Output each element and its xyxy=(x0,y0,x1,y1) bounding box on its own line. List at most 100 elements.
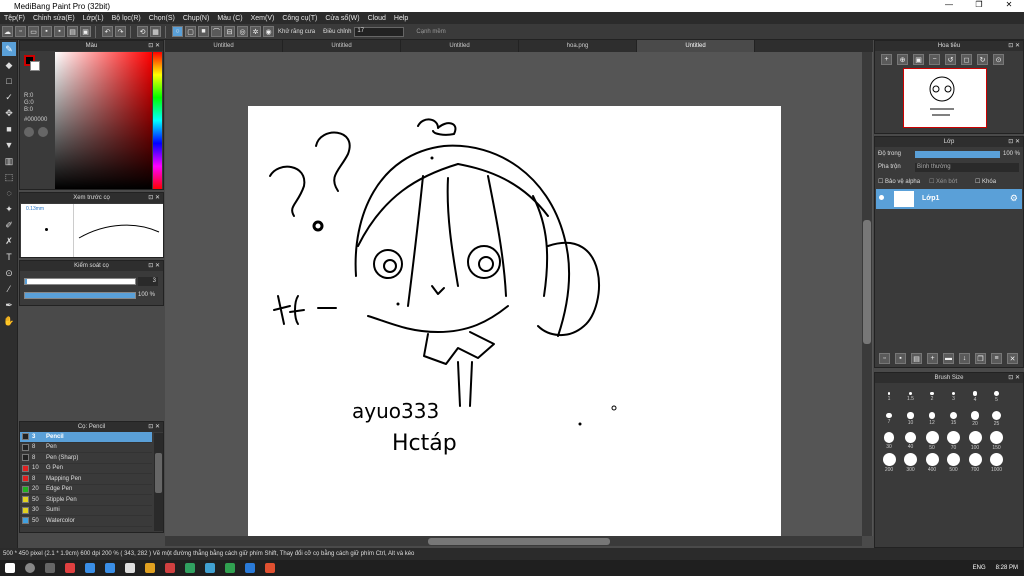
layer-menu-icon[interactable]: ≡ xyxy=(991,353,1002,364)
select-eraser-icon[interactable]: ✗ xyxy=(2,234,16,248)
bucket-icon[interactable]: ▼ xyxy=(2,138,16,152)
zoom-in-alt-icon[interactable]: ⊕ xyxy=(897,54,908,65)
soft-edge-checkbox[interactable]: Cạnh mềm xyxy=(416,29,445,35)
panel-expand-icon[interactable]: ⊡ ✕ xyxy=(148,41,160,51)
brush-item[interactable]: 8 Pen xyxy=(20,443,152,453)
brush-size-cell[interactable]: 15 xyxy=(944,409,964,429)
tab-untitled-1[interactable]: Untitled xyxy=(165,40,283,52)
panel-expand-icon[interactable]: ⊡ ✕ xyxy=(148,193,160,203)
tab-untitled-3[interactable]: Untitled xyxy=(401,40,519,52)
search-icon[interactable] xyxy=(25,563,35,573)
layer-settings-icon[interactable]: ⚙ xyxy=(1010,193,1018,204)
brush-size-cell[interactable]: 300 xyxy=(901,453,921,473)
menu-help[interactable]: Help xyxy=(390,15,412,22)
eyedropper-icon[interactable]: ⁄ xyxy=(2,282,16,296)
drawing-canvas[interactable]: ayuo333 Hctáp xyxy=(248,106,781,538)
lasso-icon[interactable]: ◌ xyxy=(2,186,16,200)
layer-square-icon[interactable]: ▢ xyxy=(185,26,196,37)
medibang-icon[interactable] xyxy=(265,563,275,573)
brush-size-cell[interactable]: 700 xyxy=(965,453,985,473)
brush-size-cell[interactable]: 200 xyxy=(879,453,899,473)
copy-icon[interactable]: ▣ xyxy=(80,26,91,37)
menu-cloud[interactable]: Cloud xyxy=(364,15,390,22)
task-view-icon[interactable] xyxy=(45,563,55,573)
fill-rect-icon[interactable]: ■ xyxy=(2,122,16,136)
cloud-icon[interactable]: ☁ xyxy=(2,26,13,37)
menu-layer[interactable]: Lớp(L) xyxy=(79,15,108,22)
brush-size-cell[interactable]: 20 xyxy=(965,409,985,429)
tab-untitled-2[interactable]: Untitled xyxy=(283,40,401,52)
app-icon-2[interactable] xyxy=(85,563,95,573)
color-mode-icon[interactable] xyxy=(38,127,48,137)
menu-filter[interactable]: Bộ lọc(R) xyxy=(108,15,145,22)
windows-start-icon[interactable] xyxy=(5,563,15,573)
layer-opacity-slider[interactable] xyxy=(915,151,1000,158)
new-layer-icon[interactable]: ▫ xyxy=(879,353,890,364)
move-icon[interactable]: ✥ xyxy=(2,106,16,120)
app-icon-5[interactable] xyxy=(165,563,175,573)
clock[interactable]: 8:28 PM xyxy=(996,565,1018,571)
magic-wand-icon[interactable]: ✦ xyxy=(2,202,16,216)
brush-list-scrollbar[interactable] xyxy=(154,433,163,531)
brush-size-cell[interactable]: 70 xyxy=(944,431,964,451)
perspective-icon[interactable]: ⊟ xyxy=(224,26,235,37)
app-icon-4[interactable] xyxy=(125,563,135,573)
brush-size-cell[interactable]: 3 xyxy=(944,387,964,407)
zoom-in-icon[interactable]: + xyxy=(881,54,892,65)
brush-item[interactable]: 30 Sumi xyxy=(20,506,152,516)
new-halftone-layer-icon[interactable]: ▪ xyxy=(895,353,906,364)
brush-size-cell[interactable]: 10 xyxy=(901,409,921,429)
protect-alpha-checkbox[interactable]: ☐ Bảo vệ alpha xyxy=(878,178,920,185)
pen-tool-icon[interactable]: ✒ xyxy=(2,298,16,312)
size-slider[interactable] xyxy=(24,278,136,285)
tab-hoa-png[interactable]: hoa.png xyxy=(519,40,637,52)
background-color-swatch[interactable] xyxy=(30,61,40,71)
minimize-button[interactable]: — xyxy=(934,0,964,9)
brush-size-cell[interactable]: 4 xyxy=(965,387,985,407)
operation-icon[interactable]: ⊙ xyxy=(2,266,16,280)
export-icon[interactable]: ▤ xyxy=(67,26,78,37)
brush-item[interactable]: 50 Stipple Pen xyxy=(20,495,152,506)
brush-size-cell[interactable]: 25 xyxy=(987,409,1007,429)
size-value[interactable]: 3 xyxy=(138,277,158,286)
panel-expand-icon[interactable]: ⊡ ✕ xyxy=(1008,137,1020,147)
curve-icon[interactable]: ⌒ xyxy=(211,26,222,37)
actual-size-icon[interactable]: ◻ xyxy=(961,54,972,65)
select-pen-icon[interactable]: ✐ xyxy=(2,218,16,232)
horizontal-scroll-thumb[interactable] xyxy=(428,538,610,545)
save-as-icon[interactable]: ▪ xyxy=(54,26,65,37)
adjust-dropdown[interactable]: 17 xyxy=(354,26,405,37)
brush-item[interactable]: 20 Edge Pen xyxy=(20,485,152,495)
brush-size-cell[interactable]: 400 xyxy=(922,453,942,473)
menu-file[interactable]: Tệp(F) xyxy=(0,15,29,22)
fill-square-icon[interactable]: ■ xyxy=(198,26,209,37)
hue-slider[interactable] xyxy=(153,52,162,189)
antialias-checkbox[interactable]: Khử răng cưa xyxy=(278,29,315,35)
panel-expand-icon[interactable]: ⊡ ✕ xyxy=(148,261,160,271)
brush-size-cell[interactable]: 500 xyxy=(944,453,964,473)
rect-icon[interactable]: □ xyxy=(2,74,16,88)
delete-layer-icon[interactable]: ✕ xyxy=(1007,353,1018,364)
brush-size-cell[interactable]: 100 xyxy=(965,431,985,451)
rotate-right-icon[interactable]: ↻ xyxy=(977,54,988,65)
check-icon[interactable]: ✓ xyxy=(2,90,16,104)
chrome-icon[interactable] xyxy=(225,563,235,573)
fit-icon[interactable]: ▣ xyxy=(913,54,924,65)
brush-size-cell[interactable]: 7 xyxy=(879,409,899,429)
hand-icon[interactable]: ✋ xyxy=(2,314,16,328)
menu-tools[interactable]: Công cụ(T) xyxy=(278,15,321,22)
panel-expand-icon[interactable]: ⊡ ✕ xyxy=(1008,373,1020,383)
folder-icon[interactable]: ▬ xyxy=(943,353,954,364)
gradient-icon[interactable]: ▥ xyxy=(2,154,16,168)
merge-icon[interactable]: ↓ xyxy=(959,353,970,364)
saturation-value-picker[interactable] xyxy=(55,52,152,189)
brush-size-cell[interactable]: 150 xyxy=(987,431,1007,451)
brush-item[interactable]: 3 Pencil xyxy=(20,432,152,443)
layer-row[interactable]: Lớp1 ⚙ xyxy=(876,189,1022,209)
menu-snap[interactable]: Chụp(N) xyxy=(179,15,213,22)
clipping-checkbox[interactable]: ☐ Xén bớt xyxy=(929,178,957,185)
panel-expand-icon[interactable]: ⊡ ✕ xyxy=(148,422,160,432)
rotate-left-icon[interactable]: ↺ xyxy=(945,54,956,65)
eraser-icon[interactable]: ◆ xyxy=(2,58,16,72)
panel-expand-icon[interactable]: ⊡ ✕ xyxy=(1008,41,1020,51)
